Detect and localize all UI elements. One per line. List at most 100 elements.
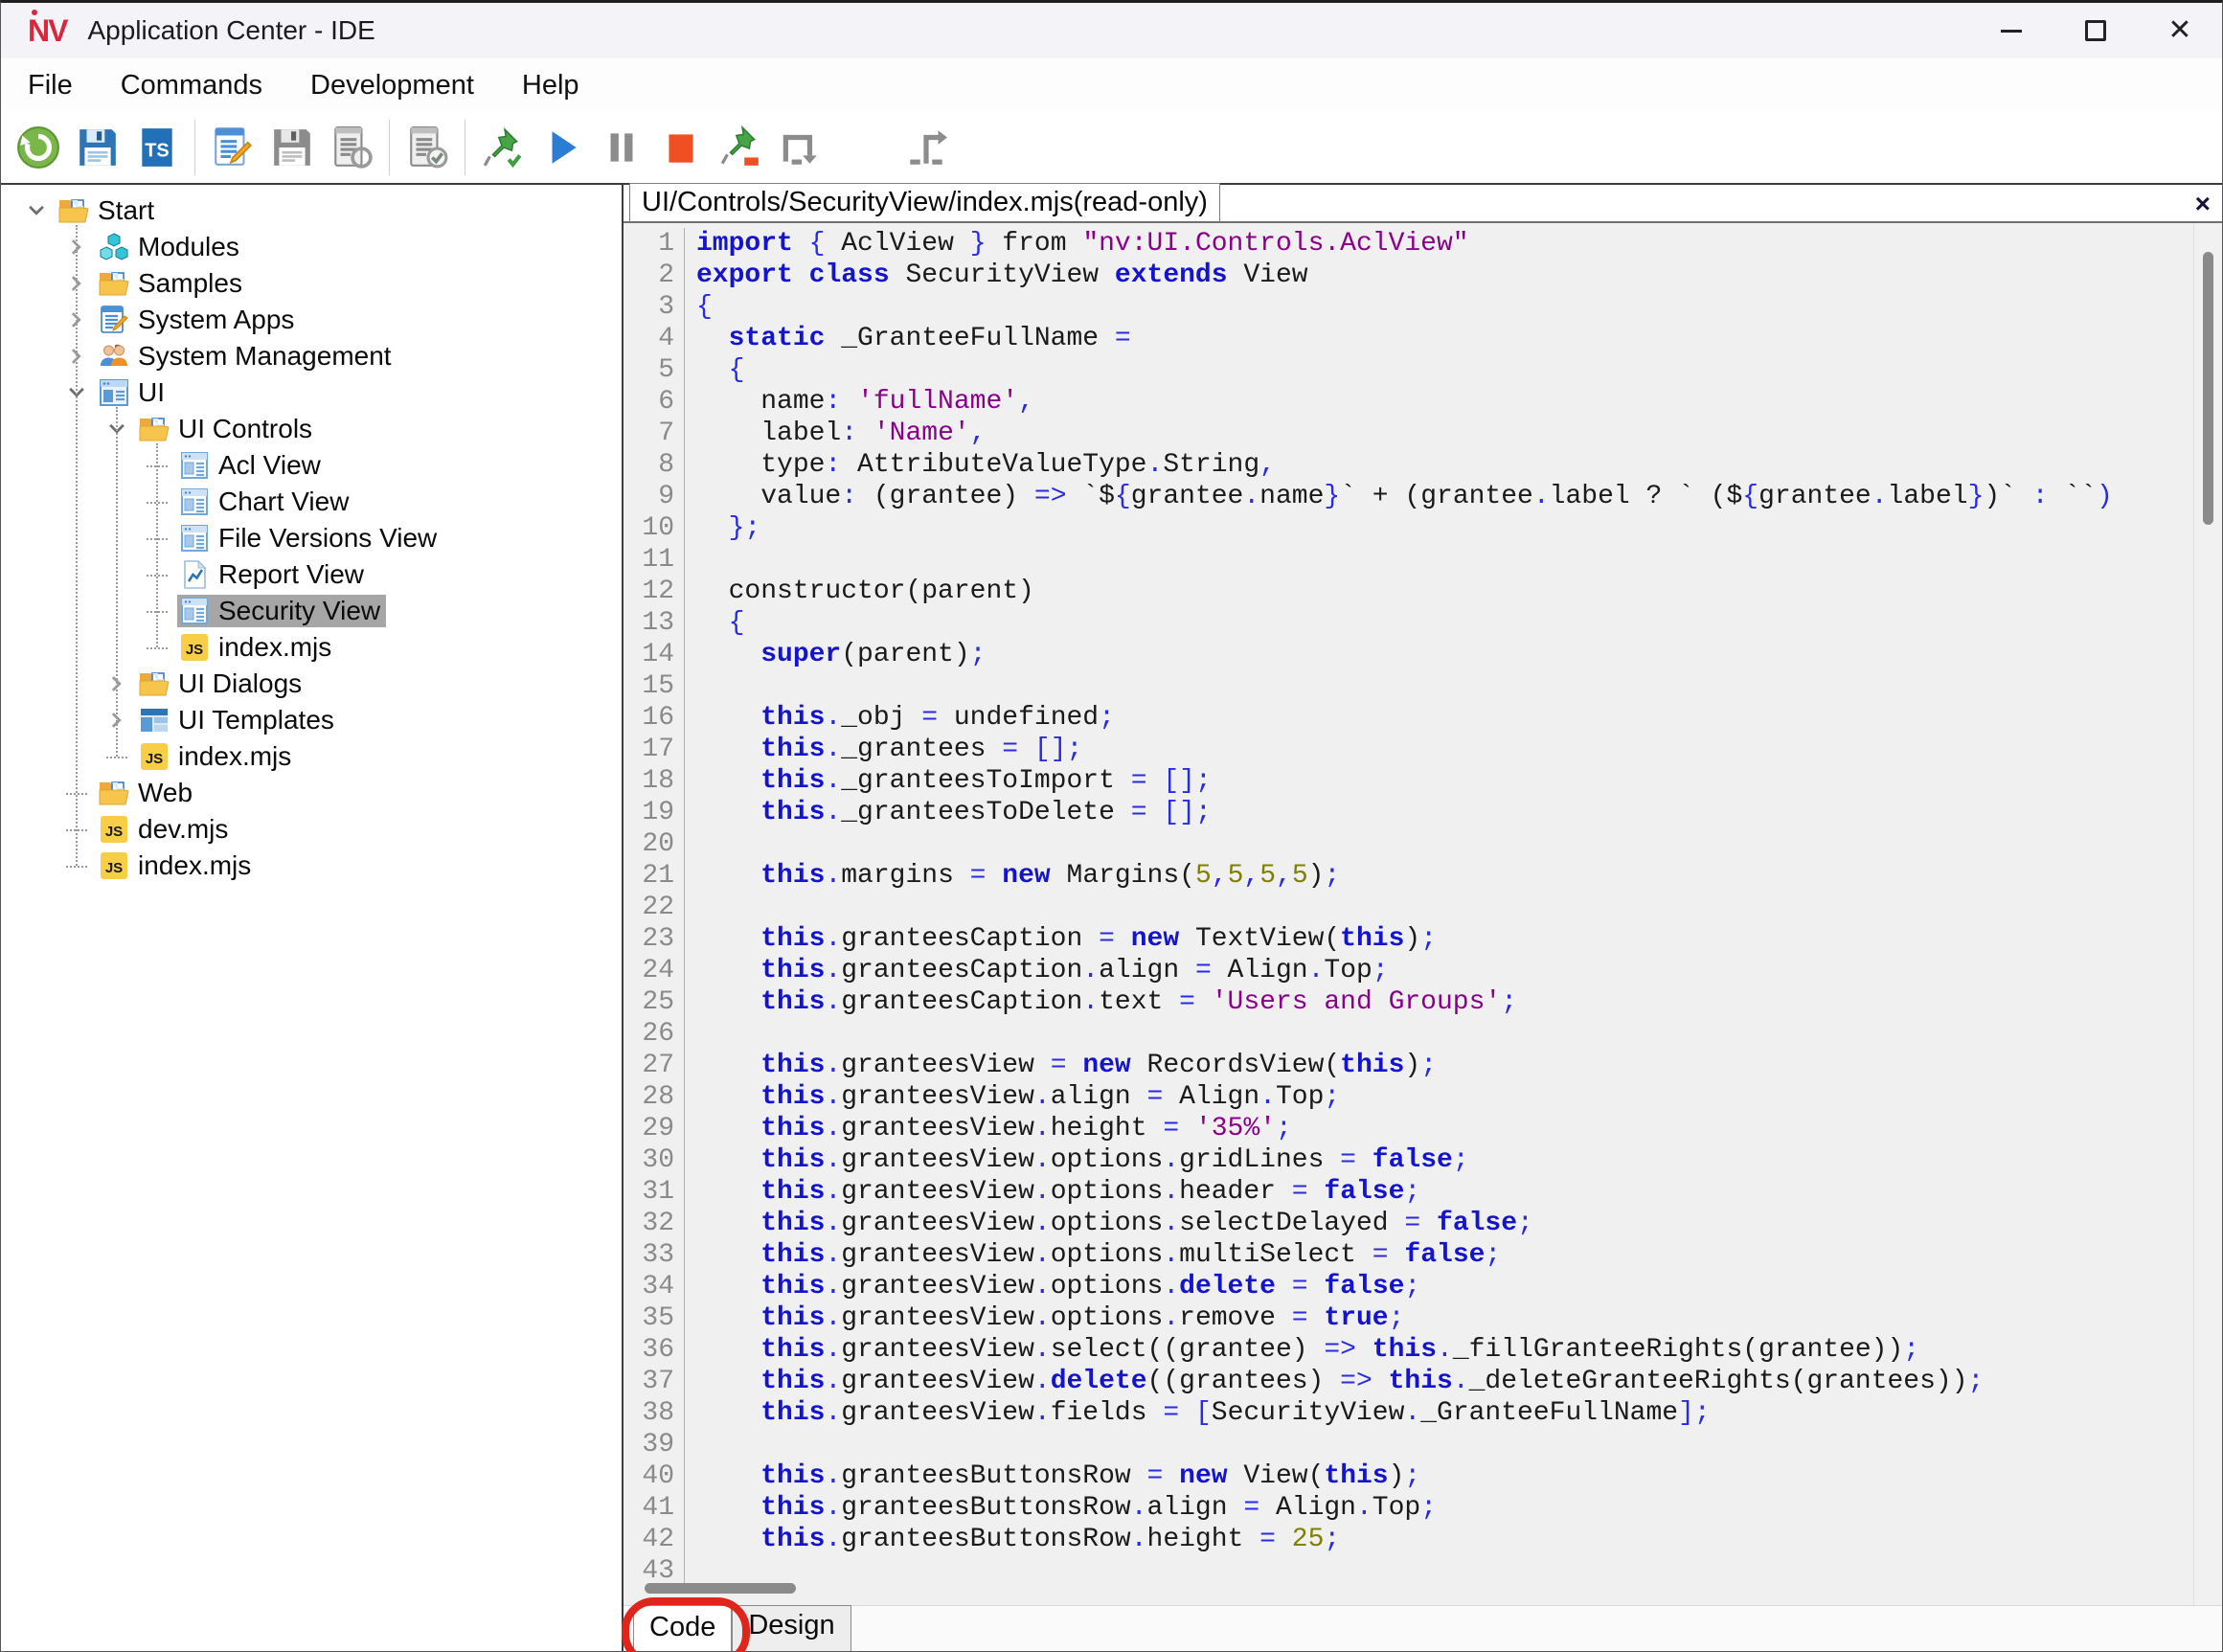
- editor-panel: UI/Controls/SecurityView/index.mjs(read-…: [624, 185, 2222, 1651]
- minimize-button[interactable]: [1969, 3, 2053, 58]
- modules-icon: [99, 232, 129, 262]
- tree-item-chart-view[interactable]: Chart View: [145, 484, 354, 520]
- line-number: 3: [624, 291, 685, 323]
- line-number: 20: [624, 828, 685, 860]
- tab-design[interactable]: Design: [732, 1605, 851, 1651]
- tree-item-ui[interactable]: UI: [64, 374, 170, 411]
- tree-item-content: Samples: [97, 267, 248, 300]
- code-line-text: this.granteesView.options.multiSelect = …: [685, 1239, 1501, 1271]
- step-over-icon: [778, 125, 822, 170]
- js-icon: JS: [99, 850, 129, 881]
- close-button[interactable]: ✕: [2138, 3, 2222, 58]
- document-tab-strip: UI/Controls/SecurityView/index.mjs(read-…: [624, 185, 2222, 223]
- line-number: 40: [624, 1460, 685, 1492]
- line-number: 18: [624, 765, 685, 797]
- svg-text:JS: JS: [105, 824, 123, 840]
- menu-item-file[interactable]: File: [11, 64, 90, 107]
- line-number: 1: [624, 228, 685, 260]
- line-number: 31: [624, 1176, 685, 1208]
- tree-item-report-view[interactable]: Report View: [145, 556, 370, 593]
- code-line-text: this.granteesView.options.delete = false…: [685, 1271, 1420, 1302]
- folder-icon: [99, 778, 129, 808]
- maximize-button[interactable]: [2053, 3, 2138, 58]
- edit-script-button[interactable]: [203, 118, 262, 177]
- maximize-icon: [2085, 20, 2106, 41]
- tree-item-content: JSdev.mjs: [97, 813, 234, 846]
- svg-text:JS: JS: [146, 751, 163, 767]
- app-logo: NV: [28, 13, 66, 49]
- tree-item-ui-dialogs[interactable]: UI Dialogs: [104, 666, 307, 702]
- main-split: StartModulesSamplesSystem AppsSystem Man…: [1, 183, 2222, 1651]
- pin-check-button[interactable]: [473, 118, 533, 177]
- script-check-button[interactable]: [397, 118, 457, 177]
- line-number: 24: [624, 955, 685, 986]
- code-line: 37 this.granteesView.delete((grantees) =…: [624, 1366, 2193, 1397]
- save-blue-button[interactable]: [68, 118, 127, 177]
- vertical-scrollbar[interactable]: [2193, 223, 2222, 1605]
- code-line: 22: [624, 892, 2193, 923]
- tree-item-label: UI: [138, 377, 165, 408]
- code-line: 35 this.granteesView.options.remove = tr…: [624, 1302, 2193, 1334]
- chevron-down-icon[interactable]: [24, 198, 49, 223]
- code-line: 10 };: [624, 512, 2193, 544]
- tree-item-label: Report View: [218, 559, 364, 590]
- line-number: 38: [624, 1397, 685, 1429]
- js-icon: JS: [99, 814, 129, 845]
- stop-button[interactable]: [651, 118, 711, 177]
- pin-break-button[interactable]: [711, 118, 770, 177]
- code-editor[interactable]: 1import { AclView } from "nv:UI.Controls…: [624, 223, 2222, 1605]
- tree-guide-line: [147, 647, 168, 649]
- menu-item-commands[interactable]: Commands: [103, 64, 280, 107]
- tree-item-security-view[interactable]: Security View: [145, 593, 386, 629]
- tree-item-index-mjs[interactable]: JSindex.mjs: [64, 848, 257, 884]
- tree-item-modules[interactable]: Modules: [64, 229, 245, 265]
- document-close-icon[interactable]: ×: [2195, 191, 2211, 217]
- typescript-button[interactable]: TS: [127, 118, 187, 177]
- tab-code[interactable]: Code: [633, 1605, 732, 1651]
- tree-item-label: Chart View: [218, 487, 349, 517]
- code-line-text: this._grantees = [];: [685, 734, 1082, 765]
- ui-window-icon: [99, 377, 129, 408]
- line-number: 30: [624, 1144, 685, 1176]
- horizontal-scrollbar-thumb[interactable]: [645, 1583, 796, 1594]
- line-number: 26: [624, 1018, 685, 1050]
- code-line: 13 {: [624, 607, 2193, 639]
- window-controls: ✕: [1969, 3, 2222, 58]
- tree-item-start[interactable]: Start: [24, 192, 160, 229]
- line-number: 25: [624, 986, 685, 1018]
- tree-item-system-management[interactable]: System Management: [64, 338, 397, 374]
- code-line-text: };: [685, 512, 760, 544]
- code-line: 26: [624, 1018, 2193, 1050]
- script-restore-button[interactable]: [322, 118, 381, 177]
- tree-item-system-apps[interactable]: System Apps: [64, 302, 300, 338]
- tree-item-label: Acl View: [218, 450, 321, 481]
- save-gray-button[interactable]: [262, 118, 322, 177]
- code-line-text: [685, 544, 696, 576]
- tree-item-label: System Management: [138, 341, 392, 372]
- tree-item-file-versions-view[interactable]: File Versions View: [145, 520, 442, 556]
- folder-icon: [139, 414, 170, 444]
- code-line: 15: [624, 670, 2193, 702]
- tree-item-index-mjs[interactable]: JSindex.mjs: [145, 629, 337, 666]
- refresh-button[interactable]: [9, 118, 68, 177]
- code-line-text: this._obj = undefined;: [685, 702, 1115, 734]
- menu-item-help[interactable]: Help: [505, 64, 597, 107]
- project-tree: StartModulesSamplesSystem AppsSystem Man…: [1, 185, 622, 1651]
- step-out-button[interactable]: [896, 118, 956, 177]
- step-over-button[interactable]: [770, 118, 829, 177]
- tree-item-ui-controls[interactable]: UI Controls: [104, 411, 318, 447]
- menu-item-development[interactable]: Development: [293, 64, 491, 107]
- tree-item-ui-templates[interactable]: UI Templates: [104, 702, 340, 738]
- tree-item-dev-mjs[interactable]: JSdev.mjs: [64, 811, 234, 848]
- tree-item-acl-view[interactable]: Acl View: [145, 447, 327, 484]
- line-number: 41: [624, 1492, 685, 1524]
- vertical-scrollbar-thumb[interactable]: [2203, 252, 2213, 525]
- document-tab[interactable]: UI/Controls/SecurityView/index.mjs(read-…: [629, 183, 1220, 221]
- code-line-text: import { AclView } from "nv:UI.Controls.…: [685, 228, 1469, 260]
- tree-item-samples[interactable]: Samples: [64, 265, 248, 302]
- tree-item-index-mjs[interactable]: JSindex.mjs: [104, 738, 297, 775]
- run-button[interactable]: [533, 118, 592, 177]
- step-out-icon: [904, 125, 948, 170]
- pause-button[interactable]: [592, 118, 651, 177]
- code-line-text: {: [685, 607, 744, 639]
